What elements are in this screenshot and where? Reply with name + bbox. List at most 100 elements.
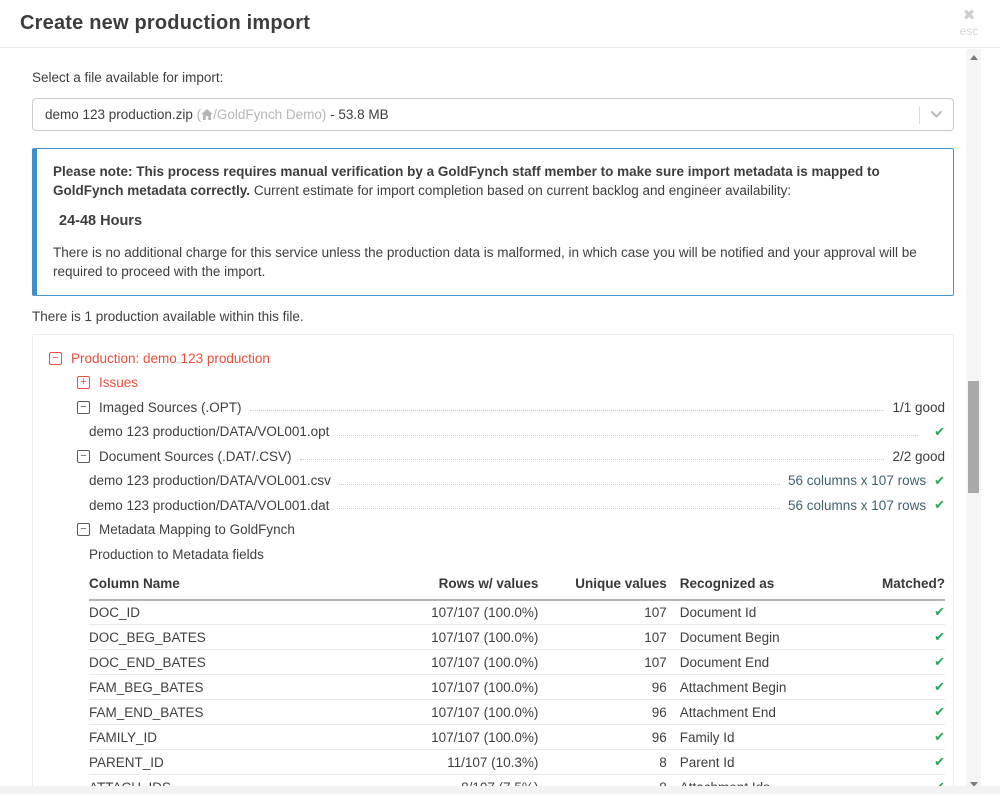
check-icon: ✔ bbox=[934, 473, 945, 489]
cell-column-name: FAMILY_ID bbox=[89, 725, 380, 750]
tree-row: demo 123 production/DATA/VOL001.dat 56 co… bbox=[49, 493, 945, 518]
note-paragraph: Please note: This process requires manua… bbox=[53, 162, 937, 200]
dotted-leader bbox=[337, 435, 918, 436]
modal-bottom-edge bbox=[0, 786, 1000, 794]
cell-recognized-as: Parent Id bbox=[667, 750, 847, 775]
cell-column-name: DOC_BEG_BATES bbox=[89, 625, 380, 650]
file-location-path: /GoldFynch Demo) bbox=[213, 107, 326, 122]
column-header: Column Name bbox=[89, 571, 380, 600]
cell-recognized-as: Attachment Begin bbox=[667, 675, 847, 700]
file-select-label: Select a file available for import: bbox=[32, 70, 954, 85]
tree-row-label: Production: demo 123 production bbox=[71, 351, 270, 366]
table-row: DOC_BEG_BATES107/107 (100.0%)107Document… bbox=[89, 625, 945, 650]
tree-row[interactable]: + Issues bbox=[49, 371, 945, 396]
cell-matched-check-icon: ✔ bbox=[847, 600, 945, 625]
note-estimate: 24-48 Hours bbox=[59, 212, 937, 231]
production-tree-panel: −Production: demo 123 production+Issues−… bbox=[32, 334, 954, 794]
tree-row-label: demo 123 production/DATA/VOL001.opt bbox=[89, 424, 329, 439]
close-esc-label: esc bbox=[952, 24, 986, 38]
cell-matched-check-icon: ✔ bbox=[847, 625, 945, 650]
file-select-dropdown[interactable]: demo 123 production.zip (/GoldFynch Demo… bbox=[32, 98, 954, 131]
tree-row-status: 1/1 good bbox=[892, 400, 945, 415]
cell-matched-check-icon: ✔ bbox=[847, 700, 945, 725]
cell-matched-check-icon: ✔ bbox=[847, 650, 945, 675]
production-tree: −Production: demo 123 production+Issues−… bbox=[49, 346, 945, 567]
cell-recognized-as: Family Id bbox=[667, 725, 847, 750]
tree-row: Production to Metadata fields bbox=[49, 542, 945, 567]
scrollbar[interactable] bbox=[966, 49, 981, 793]
cell-matched-check-icon: ✔ bbox=[847, 675, 945, 700]
check-icon: ✔ bbox=[934, 497, 945, 513]
table-row: FAMILY_ID107/107 (100.0%)96Family Id✔ bbox=[89, 725, 945, 750]
table-row: FAM_BEG_BATES107/107 (100.0%)96Attachmen… bbox=[89, 675, 945, 700]
collapse-toggle-icon[interactable]: − bbox=[77, 450, 90, 463]
note-box: Please note: This process requires manua… bbox=[32, 148, 954, 296]
cell-rows-with-values: 107/107 (100.0%) bbox=[380, 600, 538, 625]
tree-row-label: Imaged Sources (.OPT) bbox=[99, 400, 242, 415]
tree-row[interactable]: −Imaged Sources (.OPT) 1/1 good bbox=[49, 395, 945, 420]
file-name: demo 123 production.zip bbox=[45, 107, 197, 122]
cell-column-name: PARENT_ID bbox=[89, 750, 380, 775]
cell-rows-with-values: 107/107 (100.0%) bbox=[380, 700, 538, 725]
tree-row-status: 56 columns x 107 rows bbox=[788, 498, 926, 513]
tree-row-label: demo 123 production/DATA/VOL001.dat bbox=[89, 498, 329, 513]
cell-rows-with-values: 107/107 (100.0%) bbox=[380, 650, 538, 675]
table-row: DOC_ID107/107 (100.0%)107Document Id✔ bbox=[89, 600, 945, 625]
cell-rows-with-values: 107/107 (100.0%) bbox=[380, 725, 538, 750]
cell-rows-with-values: 107/107 (100.0%) bbox=[380, 675, 538, 700]
cell-column-name: FAM_BEG_BATES bbox=[89, 675, 380, 700]
cell-column-name: FAM_END_BATES bbox=[89, 700, 380, 725]
table-row: FAM_END_BATES107/107 (100.0%)96Attachmen… bbox=[89, 700, 945, 725]
close-button[interactable]: ✖ esc bbox=[952, 8, 986, 38]
tree-row-label: Issues bbox=[99, 375, 138, 390]
tree-row-label: demo 123 production/DATA/VOL001.csv bbox=[89, 473, 331, 488]
cell-unique-values: 8 bbox=[538, 750, 666, 775]
cell-matched-check-icon: ✔ bbox=[847, 750, 945, 775]
file-size: - 53.8 MB bbox=[326, 107, 388, 122]
cell-unique-values: 96 bbox=[538, 675, 666, 700]
cell-column-name: DOC_END_BATES bbox=[89, 650, 380, 675]
tree-row-status: 56 columns x 107 rows bbox=[788, 473, 926, 488]
collapse-toggle-icon[interactable]: − bbox=[77, 401, 90, 414]
tree-row-status: 2/2 good bbox=[892, 449, 945, 464]
tree-row: demo 123 production/DATA/VOL001.opt ✔ bbox=[49, 420, 945, 445]
column-header: Unique values bbox=[538, 571, 666, 600]
scrollbar-up-arrow[interactable] bbox=[966, 50, 981, 65]
metadata-mapping-table: Column NameRows w/ valuesUnique valuesRe… bbox=[89, 571, 945, 794]
table-header-row: Column NameRows w/ valuesUnique valuesRe… bbox=[89, 571, 945, 600]
tree-row-label: Document Sources (.DAT/.CSV) bbox=[99, 449, 292, 464]
scrollbar-thumb[interactable] bbox=[968, 381, 979, 493]
collapse-toggle-icon[interactable]: − bbox=[49, 352, 62, 365]
cell-unique-values: 107 bbox=[538, 600, 666, 625]
cell-unique-values: 107 bbox=[538, 650, 666, 675]
collapse-toggle-icon[interactable]: − bbox=[77, 523, 90, 536]
tree-row[interactable]: −Document Sources (.DAT/.CSV) 2/2 good bbox=[49, 444, 945, 469]
tree-row[interactable]: −Production: demo 123 production bbox=[49, 346, 945, 371]
note-regular-text: Current estimate for import completion b… bbox=[250, 183, 791, 198]
expand-toggle-icon[interactable]: + bbox=[77, 376, 90, 389]
column-header: Matched? bbox=[847, 571, 945, 600]
modal-body: Select a file available for import: demo… bbox=[0, 48, 1000, 794]
tree-row-label: Metadata Mapping to GoldFynch bbox=[99, 522, 295, 537]
chevron-down-icon[interactable] bbox=[920, 111, 953, 118]
cell-column-name: DOC_ID bbox=[89, 600, 380, 625]
cell-recognized-as: Document End bbox=[667, 650, 847, 675]
home-icon bbox=[201, 108, 213, 123]
page-title: Create new production import bbox=[20, 12, 310, 35]
dotted-leader bbox=[337, 508, 780, 509]
cell-unique-values: 96 bbox=[538, 700, 666, 725]
cell-recognized-as: Document Begin bbox=[667, 625, 847, 650]
availability-text: There is 1 production available within t… bbox=[32, 309, 954, 324]
column-header: Rows w/ values bbox=[380, 571, 538, 600]
tree-row[interactable]: −Metadata Mapping to GoldFynch bbox=[49, 518, 945, 543]
column-header: Recognized as bbox=[667, 571, 847, 600]
cell-rows-with-values: 11/107 (10.3%) bbox=[380, 750, 538, 775]
close-icon[interactable]: ✖ bbox=[952, 8, 986, 24]
dotted-leader bbox=[250, 410, 885, 411]
note-footer: There is no additional charge for this s… bbox=[53, 243, 937, 281]
modal-header: Create new production import ✖ esc bbox=[0, 0, 1000, 48]
cell-matched-check-icon: ✔ bbox=[847, 725, 945, 750]
check-icon: ✔ bbox=[934, 424, 945, 440]
cell-recognized-as: Document Id bbox=[667, 600, 847, 625]
table-row: PARENT_ID11/107 (10.3%)8Parent Id✔ bbox=[89, 750, 945, 775]
